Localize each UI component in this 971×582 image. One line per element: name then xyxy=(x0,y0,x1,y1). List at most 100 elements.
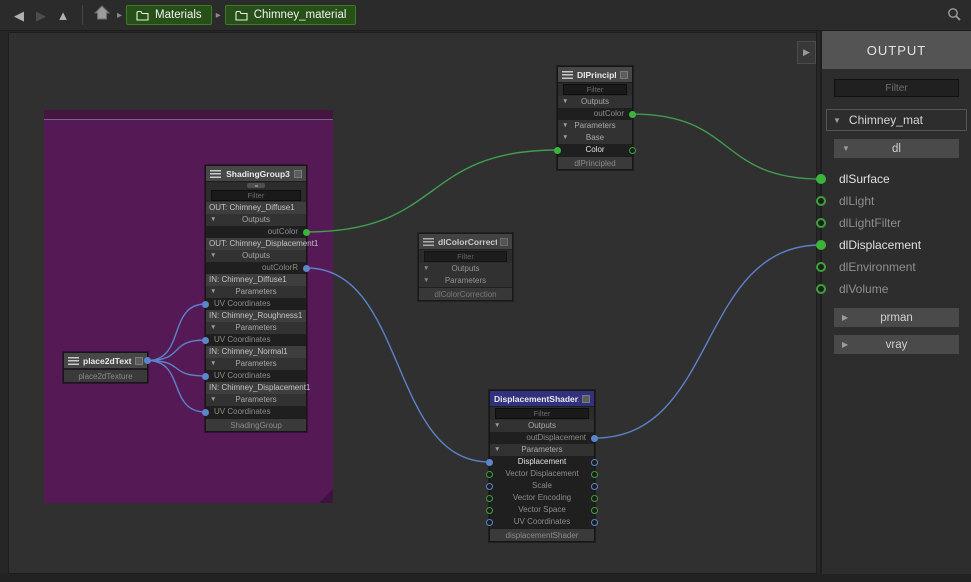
node-ShadingGroup3[interactable]: ShadingGroup3FilterOUT: Chimney_Diffuse1… xyxy=(205,165,307,432)
in-port-icon[interactable] xyxy=(202,301,209,308)
search-button[interactable] xyxy=(945,6,963,24)
out-port-icon[interactable] xyxy=(303,265,310,272)
attr-section-row[interactable]: ▼Parameters xyxy=(558,120,632,132)
output-row-dlLight[interactable]: dlLight xyxy=(822,190,971,212)
chevron-down-icon[interactable]: ▼ xyxy=(210,250,216,262)
attr-section-row[interactable]: ▼Outputs xyxy=(206,214,306,226)
chevron-down-icon[interactable]: ▼ xyxy=(423,275,429,287)
hamburger-icon[interactable] xyxy=(423,238,434,246)
output-row-dlDisplacement[interactable]: dlDisplacement xyxy=(822,234,971,256)
output-row-dlSurface[interactable]: dlSurface xyxy=(822,168,971,190)
hamburger-icon[interactable] xyxy=(562,71,573,79)
breadcrumb-materials[interactable]: Materials xyxy=(126,5,212,25)
node-swatch-icon[interactable] xyxy=(500,238,508,246)
in-port-icon[interactable] xyxy=(202,337,209,344)
node-swatch-icon[interactable] xyxy=(294,170,302,178)
in-port-icon[interactable] xyxy=(202,409,209,416)
node-swatch-icon[interactable] xyxy=(135,357,143,365)
attr-section-row[interactable]: ▼Parameters xyxy=(206,358,306,370)
node-place2dTexture1[interactable]: place2dTexture1place2dTexture xyxy=(63,352,148,383)
chevron-down-icon[interactable]: ▼ xyxy=(210,358,216,370)
backdrop-resize-handle[interactable] xyxy=(319,489,333,503)
node-swatch-icon[interactable] xyxy=(620,71,628,79)
output-row-dlVolume[interactable]: dlVolume xyxy=(822,278,971,300)
chevron-down-icon[interactable]: ▼ xyxy=(562,132,568,144)
node-filter-input[interactable]: Filter xyxy=(563,84,627,95)
hamburger-icon[interactable] xyxy=(68,357,79,365)
breadcrumb-chimney-material[interactable]: Chimney_material xyxy=(225,5,357,25)
up-button[interactable]: ▲ xyxy=(52,0,74,31)
node-header[interactable]: DisplacementShader1 xyxy=(490,391,594,407)
out-port-icon[interactable] xyxy=(629,111,636,118)
dlSurface-port-icon[interactable] xyxy=(816,174,826,184)
in-port-icon[interactable] xyxy=(486,519,493,526)
in-port-icon[interactable] xyxy=(486,459,493,466)
attr-section-row[interactable]: ▼Outputs xyxy=(206,250,306,262)
expand-pill-button[interactable] xyxy=(247,183,265,188)
in-port-icon[interactable] xyxy=(486,471,493,478)
panel-filter-input[interactable] xyxy=(834,79,959,97)
in-port-icon[interactable] xyxy=(554,147,561,154)
node-header[interactable]: DlPrincipled3 xyxy=(558,67,632,83)
out-port-icon[interactable] xyxy=(144,357,151,364)
material-header[interactable]: ▼ Chimney_mat xyxy=(826,109,967,131)
node-header[interactable]: dlColorCorrection xyxy=(419,234,512,250)
attr-section-row[interactable]: ▼Base xyxy=(558,132,632,144)
node-header[interactable]: ShadingGroup3 xyxy=(206,166,306,182)
out-port-icon[interactable] xyxy=(591,507,598,514)
node-dlColorCorrection[interactable]: dlColorCorrectionFilter▼Outputs▼Paramete… xyxy=(418,233,513,301)
dlDisplacement-port-icon[interactable] xyxy=(816,240,826,250)
group-dl-header[interactable]: ▼ dl xyxy=(834,139,959,158)
panel-collapse-button[interactable]: ▶ xyxy=(797,41,816,64)
node-filter-input[interactable]: Filter xyxy=(495,408,589,419)
attr-section-row[interactable]: ▼Outputs xyxy=(490,420,594,432)
attr-section-row[interactable]: ▼Parameters xyxy=(490,444,594,456)
dlVolume-port-icon[interactable] xyxy=(816,284,826,294)
group-prman-header[interactable]: ▶ prman xyxy=(834,308,959,327)
node-DlPrincipled3[interactable]: DlPrincipled3Filter▼OutputsoutColor▼Para… xyxy=(557,66,633,170)
in-port-icon[interactable] xyxy=(486,483,493,490)
attr-section-row[interactable]: ▼Parameters xyxy=(206,394,306,406)
out-port-icon[interactable] xyxy=(591,483,598,490)
forward-button[interactable]: ▶ xyxy=(30,0,52,31)
chevron-down-icon[interactable]: ▼ xyxy=(494,420,500,432)
output-row-dlLightFilter[interactable]: dlLightFilter xyxy=(822,212,971,234)
attr-section-row[interactable]: ▼Outputs xyxy=(419,263,512,275)
attr-section-row[interactable]: ▼Parameters xyxy=(419,275,512,287)
out-port-icon[interactable] xyxy=(591,471,598,478)
out-port-icon[interactable] xyxy=(629,147,636,154)
out-port-icon[interactable] xyxy=(303,229,310,236)
home-button[interactable] xyxy=(91,0,113,31)
chevron-down-icon[interactable]: ▼ xyxy=(210,322,216,334)
out-port-icon[interactable] xyxy=(591,435,598,442)
out-port-icon[interactable] xyxy=(591,495,598,502)
chevron-down-icon[interactable]: ▼ xyxy=(210,214,216,226)
backdrop-titlebar[interactable] xyxy=(44,110,333,120)
chevron-down-icon[interactable]: ▼ xyxy=(210,394,216,406)
node-filter-input[interactable]: Filter xyxy=(211,190,301,201)
chevron-down-icon[interactable]: ▼ xyxy=(210,286,216,298)
chevron-down-icon[interactable]: ▼ xyxy=(562,120,568,132)
in-port-icon[interactable] xyxy=(486,495,493,502)
out-port-icon[interactable] xyxy=(591,459,598,466)
dlLight-port-icon[interactable] xyxy=(816,196,826,206)
dlEnvironment-port-icon[interactable] xyxy=(816,262,826,272)
node-header[interactable]: place2dTexture1 xyxy=(64,353,147,369)
node-filter-input[interactable]: Filter xyxy=(424,251,507,262)
attr-section-row[interactable]: ▼Parameters xyxy=(206,322,306,334)
out-port-icon[interactable] xyxy=(591,519,598,526)
node-swatch-icon[interactable] xyxy=(582,395,590,403)
back-button[interactable]: ◀ xyxy=(8,0,30,31)
in-port-icon[interactable] xyxy=(486,507,493,514)
chevron-down-icon[interactable]: ▼ xyxy=(562,96,568,108)
dlLightFilter-port-icon[interactable] xyxy=(816,218,826,228)
in-port-icon[interactable] xyxy=(202,373,209,380)
output-row-dlEnvironment[interactable]: dlEnvironment xyxy=(822,256,971,278)
attr-section-row[interactable]: ▼Outputs xyxy=(558,96,632,108)
attr-section-row[interactable]: ▼Parameters xyxy=(206,286,306,298)
chevron-down-icon[interactable]: ▼ xyxy=(423,263,429,275)
node-DisplacementShader1[interactable]: DisplacementShader1Filter▼OutputsoutDisp… xyxy=(489,390,595,542)
chevron-down-icon[interactable]: ▼ xyxy=(494,444,500,456)
hamburger-icon[interactable] xyxy=(210,170,221,178)
group-vray-header[interactable]: ▶ vray xyxy=(834,335,959,354)
